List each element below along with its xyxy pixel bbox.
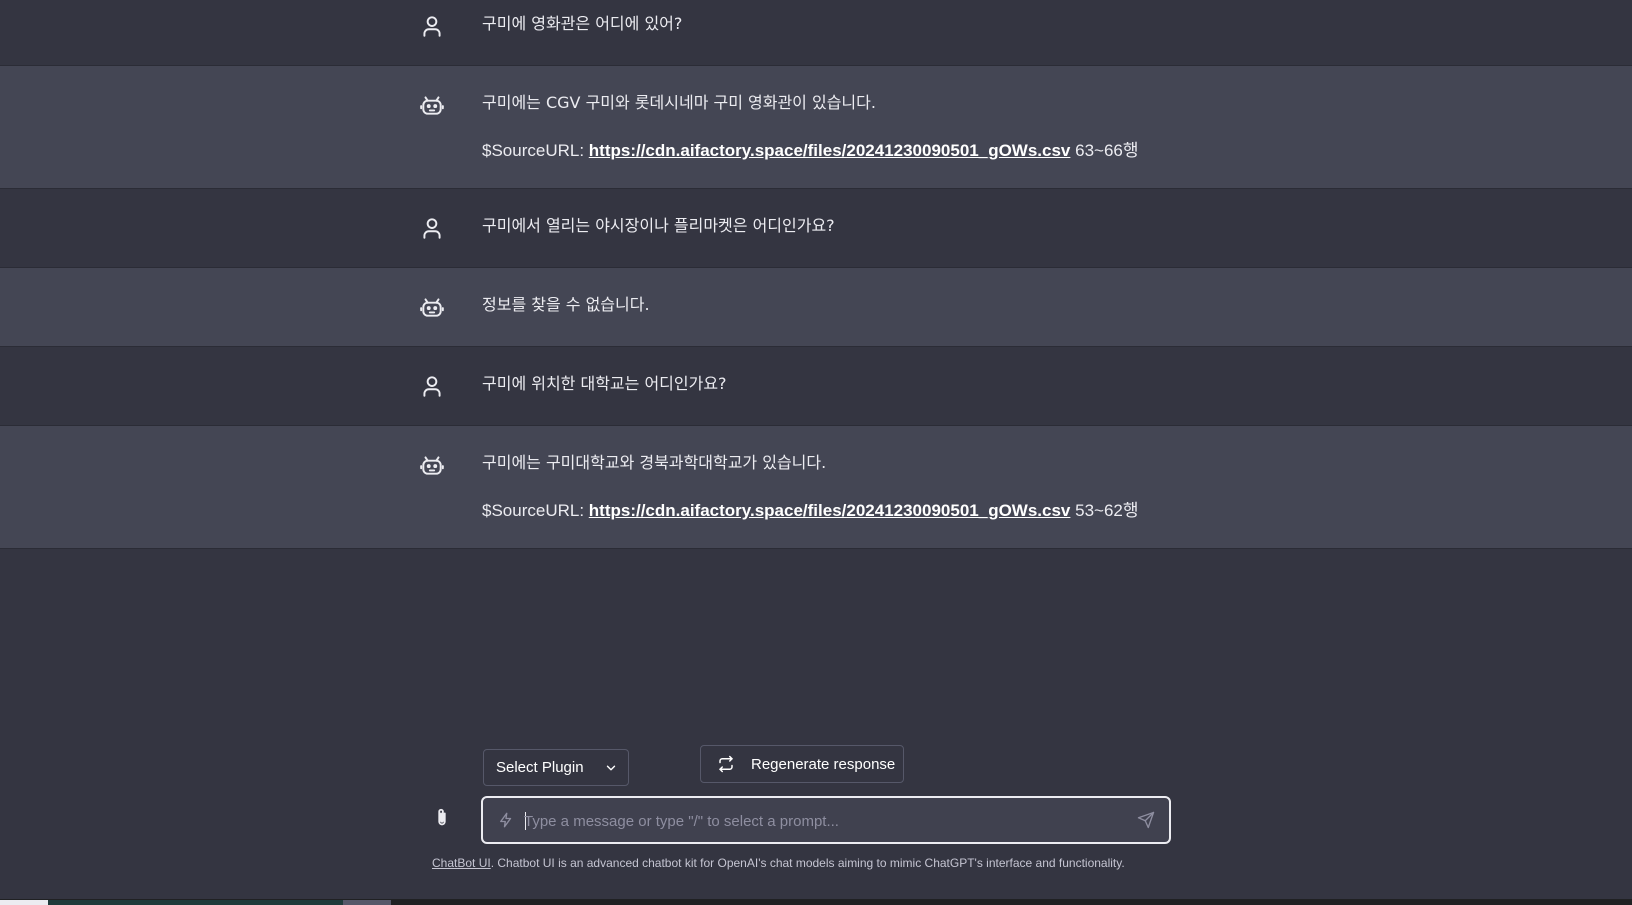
- message-assistant: 구미에는 CGV 구미와 롯데시네마 구미 영화관이 있습니다. $Source…: [0, 66, 1632, 189]
- footer-text: . Chatbot UI is an advanced chatbot kit …: [490, 856, 1125, 870]
- scrollbar-thumb[interactable]: [343, 900, 391, 905]
- robot-icon: [419, 294, 445, 320]
- message-input[interactable]: [524, 807, 1104, 835]
- bottom-scrollbar[interactable]: [0, 899, 1632, 905]
- plugin-select-label: Select Plugin: [496, 759, 584, 776]
- source-lines: 63~66행: [1070, 141, 1139, 160]
- message-text: 구미에는 구미대학교와 경북과학대학교가 있습니다.: [482, 453, 827, 472]
- source-line: $SourceURL: https://cdn.aifactory.space/…: [482, 139, 1139, 163]
- bolt-icon[interactable]: [497, 811, 515, 829]
- paperclip-icon[interactable]: [431, 805, 453, 831]
- message-text: 정보를 찾을 수 없습니다.: [482, 295, 650, 314]
- chat-app: 구미에 영화관은 어디에 있어? 구미에는 CGV 구미와 롯데시네마 구미 영…: [0, 0, 1632, 905]
- source-lines: 53~62행: [1070, 501, 1139, 520]
- footer-link[interactable]: ChatBot UI: [432, 856, 491, 870]
- message-assistant: 정보를 찾을 수 없습니다.: [0, 268, 1632, 347]
- scrollbar-segment: [48, 900, 343, 905]
- message-text: 구미에는 CGV 구미와 롯데시네마 구미 영화관이 있습니다.: [482, 93, 876, 112]
- message-text: 구미에 위치한 대학교는 어디인가요?: [482, 374, 727, 393]
- robot-icon: [419, 452, 445, 478]
- regenerate-button[interactable]: Regenerate response: [700, 745, 904, 783]
- source-prefix: $SourceURL:: [482, 501, 589, 520]
- message-user: 구미에 영화관은 어디에 있어?: [0, 0, 1632, 66]
- source-prefix: $SourceURL:: [482, 141, 589, 160]
- source-link[interactable]: https://cdn.aifactory.space/files/202412…: [589, 141, 1071, 160]
- message-text: 구미에 영화관은 어디에 있어?: [482, 14, 683, 33]
- send-icon[interactable]: [1137, 811, 1155, 829]
- regenerate-label: Regenerate response: [751, 755, 896, 773]
- footer: ChatBot UI. Chatbot UI is an advanced ch…: [432, 856, 1125, 870]
- message-text: 구미에서 열리는 야시장이나 플리마켓은 어디인가요?: [482, 216, 835, 235]
- source-link[interactable]: https://cdn.aifactory.space/files/202412…: [589, 501, 1071, 520]
- source-line: $SourceURL: https://cdn.aifactory.space/…: [482, 499, 1139, 523]
- message-input-container: [481, 796, 1171, 844]
- message-user: 구미에서 열리는 야시장이나 플리마켓은 어디인가요?: [0, 189, 1632, 268]
- message-user: 구미에 위치한 대학교는 어디인가요?: [0, 347, 1632, 426]
- robot-icon: [419, 92, 445, 118]
- user-icon: [419, 373, 445, 399]
- message-assistant: 구미에는 구미대학교와 경북과학대학교가 있습니다. $SourceURL: h…: [0, 426, 1632, 549]
- refresh-icon: [719, 755, 733, 773]
- user-icon: [419, 215, 445, 241]
- user-icon: [419, 13, 445, 39]
- chevron-down-icon: [606, 765, 616, 771]
- plugin-select[interactable]: Select Plugin: [483, 749, 629, 786]
- scrollbar-segment: [0, 900, 48, 905]
